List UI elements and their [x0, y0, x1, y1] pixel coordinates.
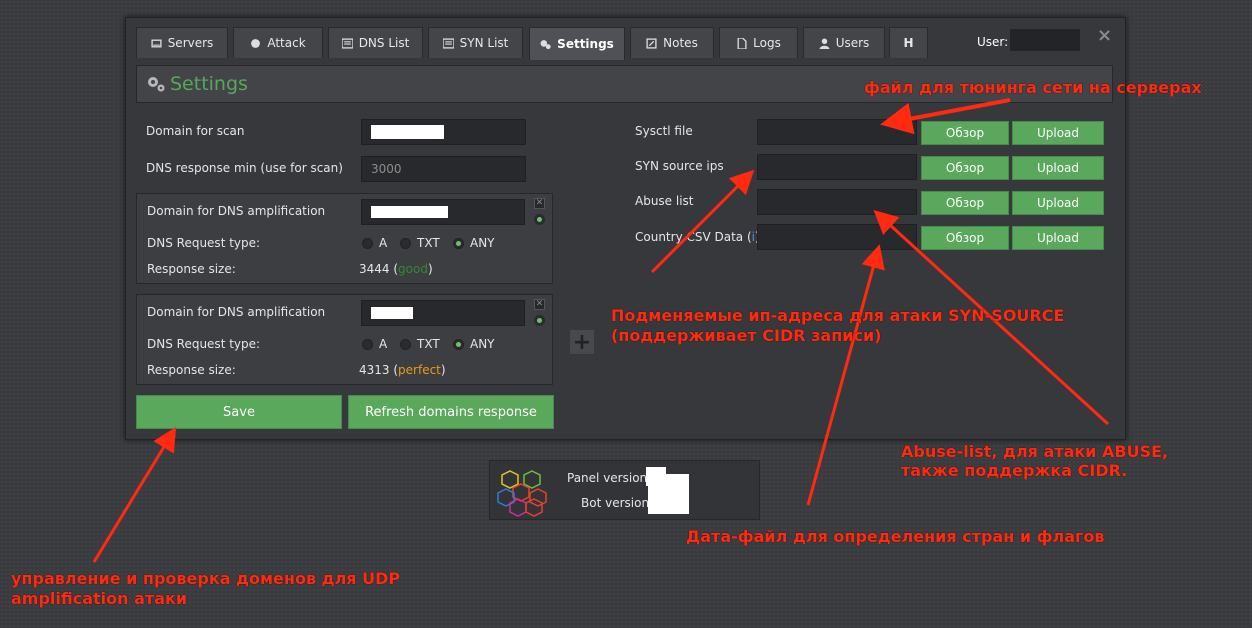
annotation-abuse-line2: также поддержка CIDR.	[901, 461, 1128, 480]
arrow-sysctl	[880, 98, 1011, 135]
annotation-syn-line2: (поддерживает CIDR записи)	[611, 326, 882, 345]
arrow-syn	[650, 169, 755, 274]
arrow-country	[806, 244, 885, 506]
annotation-save-line2: amplification атаки	[11, 589, 188, 608]
annotation-syn-line1: Подменяемые ип-адреса для атаки SYN-SOUR…	[611, 306, 1065, 325]
annotation-country: Дата-файл для определения стран и флагов	[686, 527, 1105, 546]
arrow-save	[92, 426, 177, 563]
annotation-abuse-line1: Abuse-list, для атаки ABUSE,	[901, 442, 1169, 461]
annotation-save-line1: управление и проверка доменов для UDP	[11, 569, 401, 588]
annotation-sysctl: файл для тюнинга сети на серверах	[864, 78, 1202, 97]
